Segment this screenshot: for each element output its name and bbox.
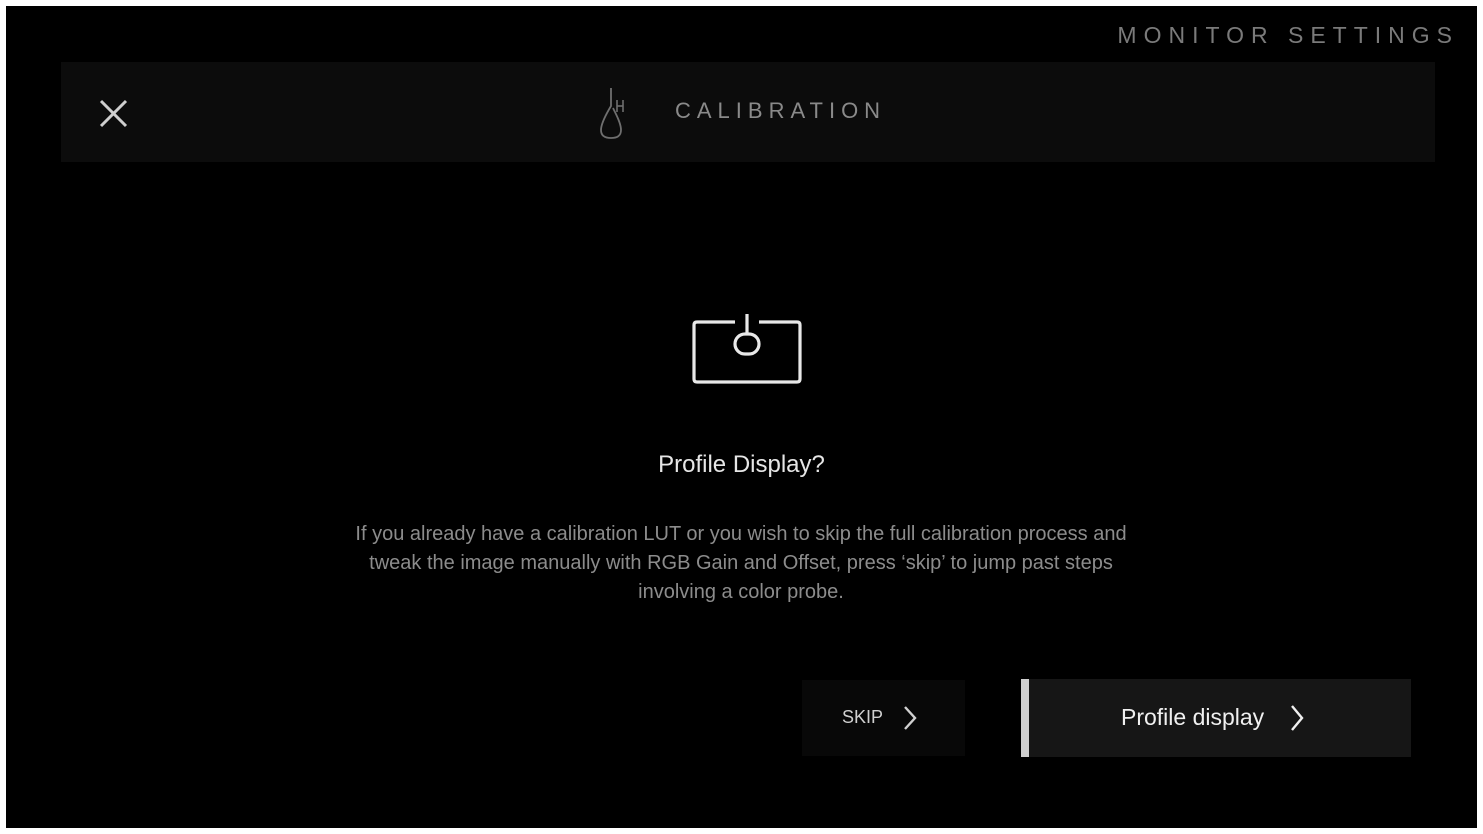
header-bar: CALIBRATION [61, 62, 1435, 162]
dialog-description: If you already have a calibration LUT or… [355, 523, 1127, 603]
color-probe-display-icon [692, 314, 802, 384]
calibration-probe-icon [600, 88, 624, 139]
skip-button[interactable]: SKIP [802, 680, 965, 756]
profile-display-button-label: Profile display [1121, 704, 1265, 730]
button-accent-bar [1021, 679, 1029, 757]
app-title: MONITOR SETTINGS [1117, 22, 1459, 48]
header-title: CALIBRATION [675, 98, 887, 123]
close-icon [99, 99, 128, 128]
profile-display-button[interactable]: Profile display [1021, 679, 1411, 757]
dialog-title: Profile Display? [658, 451, 825, 478]
close-button[interactable] [91, 92, 131, 132]
chevron-right-icon [1291, 705, 1304, 731]
skip-button-label: SKIP [842, 707, 884, 727]
calibration-screen: MONITOR SETTINGS CALIBRATION Profile Dis… [6, 6, 1477, 828]
chevron-right-icon [904, 706, 917, 730]
